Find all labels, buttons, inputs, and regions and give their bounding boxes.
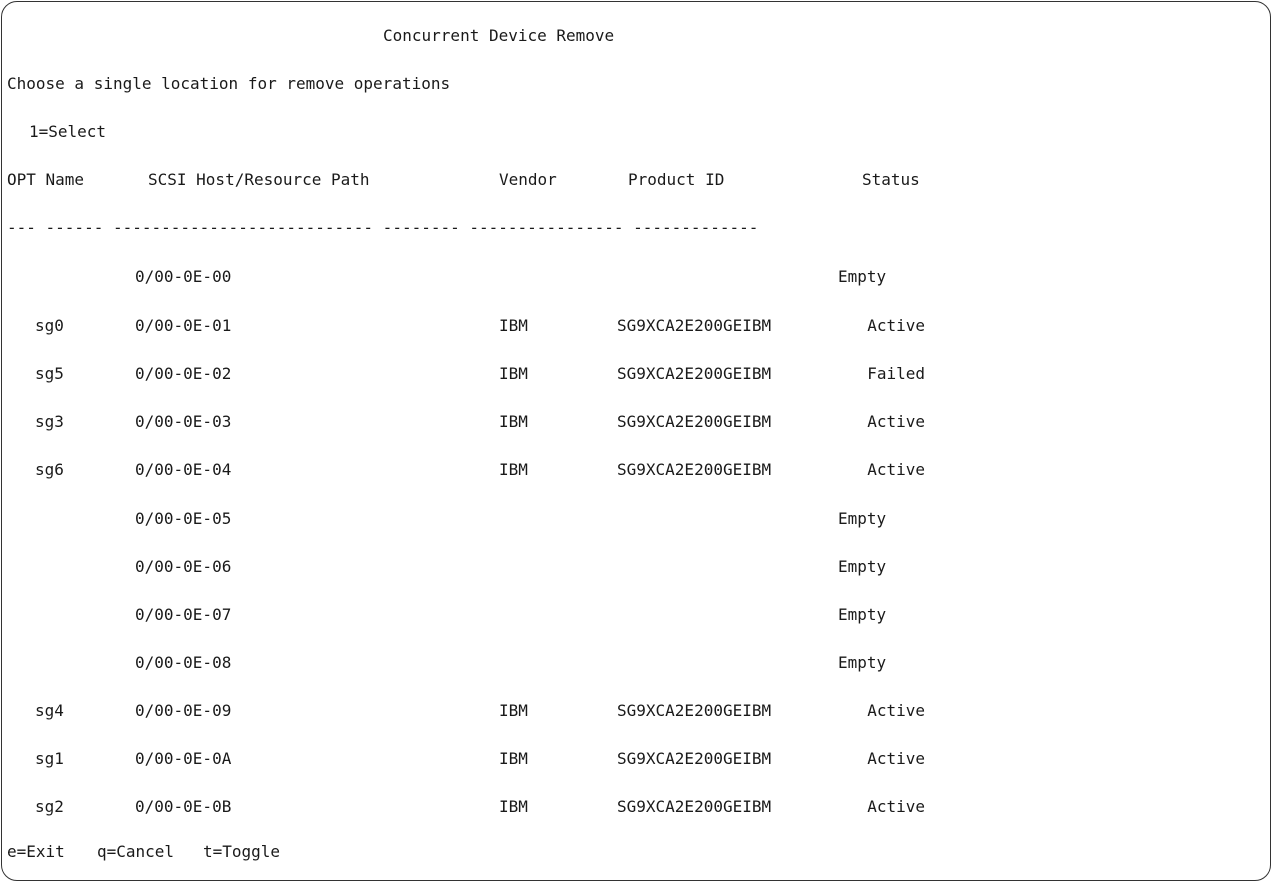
status-cell: Empty: [838, 509, 887, 528]
vendor-cell: IBM: [499, 460, 528, 479]
device-name: sg0: [35, 316, 64, 335]
vendor-cell: IBM: [499, 412, 528, 431]
device-name: sg3: [35, 412, 64, 431]
product-id-cell: SG9XCA2E200GEIBM: [617, 412, 772, 431]
product-id-cell: SG9XCA2E200GEIBM: [617, 460, 772, 479]
status-cell: Active: [867, 412, 925, 431]
resource-path: 0/00-0E-0A: [135, 749, 232, 768]
product-id-cell: SG9XCA2E200GEIBM: [617, 316, 772, 335]
header-separator: --- ------ --------------------------- -…: [7, 218, 759, 237]
table-header: OPT Name SCSI Host/Resource Path Vendor …: [0, 170, 1274, 190]
status-cell: Active: [867, 316, 925, 335]
header-product-id: Product ID: [628, 170, 725, 189]
device-name: sg4: [35, 701, 64, 720]
exit-key[interactable]: e=Exit: [7, 842, 65, 862]
header-opt-name: OPT Name: [7, 170, 85, 189]
option-legend: 1=Select: [29, 122, 107, 141]
table-row[interactable]: 0/00-0E-00 Empty: [0, 267, 1274, 287]
table-row[interactable]: sg0 0/00-0E-01 IBM SG9XCA2E200GEIBM Active: [0, 316, 1274, 336]
product-id-cell: SG9XCA2E200GEIBM: [617, 364, 772, 383]
device-name: sg6: [35, 460, 64, 479]
table-row[interactable]: sg3 0/00-0E-03 IBM SG9XCA2E200GEIBM Active: [0, 412, 1274, 432]
status-cell: Empty: [838, 605, 887, 624]
status-cell: Empty: [838, 557, 887, 576]
header-vendor: Vendor: [499, 170, 557, 189]
instruction-text: Choose a single location for remove oper…: [7, 74, 451, 93]
product-id-cell: SG9XCA2E200GEIBM: [617, 701, 772, 720]
status-cell: Empty: [838, 653, 887, 672]
vendor-cell: IBM: [499, 364, 528, 383]
resource-path: 0/00-0E-07: [135, 605, 232, 624]
resource-path: 0/00-0E-09: [135, 701, 232, 720]
table-row[interactable]: 0/00-0E-08 Empty: [0, 653, 1274, 673]
table-row[interactable]: 0/00-0E-05 Empty: [0, 509, 1274, 529]
table-row[interactable]: sg4 0/00-0E-09 IBM SG9XCA2E200GEIBM Active: [0, 701, 1274, 721]
resource-path: 0/00-0E-05: [135, 509, 232, 528]
resource-path: 0/00-0E-0B: [135, 797, 232, 816]
vendor-cell: IBM: [499, 797, 528, 816]
table-row[interactable]: 0/00-0E-07 Empty: [0, 605, 1274, 625]
toggle-key[interactable]: t=Toggle: [203, 842, 280, 862]
status-cell: Failed: [867, 364, 925, 383]
table-row[interactable]: sg2 0/00-0E-0B IBM SG9XCA2E200GEIBM Active: [0, 797, 1274, 817]
resource-path: 0/00-0E-06: [135, 557, 232, 576]
resource-path: 0/00-0E-01: [135, 316, 232, 335]
device-name: sg5: [35, 364, 64, 383]
table-row[interactable]: sg1 0/00-0E-0A IBM SG9XCA2E200GEIBM Active: [0, 749, 1274, 769]
resource-path: 0/00-0E-02: [135, 364, 232, 383]
vendor-cell: IBM: [499, 316, 528, 335]
vendor-cell: IBM: [499, 749, 528, 768]
status-cell: Active: [867, 701, 925, 720]
resource-path: 0/00-0E-00: [135, 267, 232, 286]
status-cell: Active: [867, 797, 925, 816]
header-path: SCSI Host/Resource Path: [148, 170, 370, 189]
status-cell: Empty: [838, 267, 887, 286]
table-row[interactable]: sg6 0/00-0E-04 IBM SG9XCA2E200GEIBM Active: [0, 460, 1274, 480]
vendor-cell: IBM: [499, 701, 528, 720]
header-status: Status: [862, 170, 920, 189]
device-name: sg1: [35, 749, 64, 768]
resource-path: 0/00-0E-03: [135, 412, 232, 431]
screen-title: Concurrent Device Remove: [383, 26, 615, 45]
product-id-cell: SG9XCA2E200GEIBM: [617, 797, 772, 816]
function-key-bar: e=Exit q=Cancel t=Toggle: [0, 842, 1274, 862]
resource-path: 0/00-0E-08: [135, 653, 232, 672]
device-name: sg2: [35, 797, 64, 816]
resource-path: 0/00-0E-04: [135, 460, 232, 479]
table-row[interactable]: 0/00-0E-06 Empty: [0, 557, 1274, 577]
status-cell: Active: [867, 460, 925, 479]
cancel-key[interactable]: q=Cancel: [97, 842, 174, 862]
product-id-cell: SG9XCA2E200GEIBM: [617, 749, 772, 768]
table-row[interactable]: sg5 0/00-0E-02 IBM SG9XCA2E200GEIBM Failed: [0, 364, 1274, 384]
status-cell: Active: [867, 749, 925, 768]
